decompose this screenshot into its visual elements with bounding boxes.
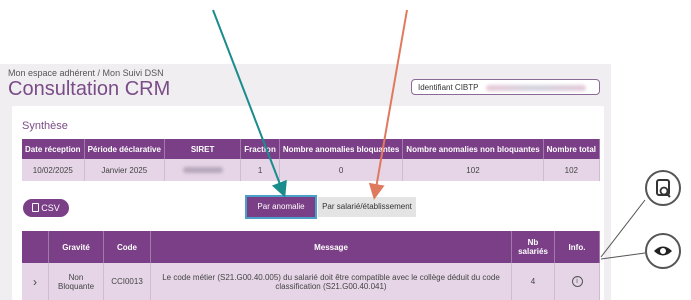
teal-arrow [212,9,287,198]
salmon-arrow [368,9,408,200]
annotation-arrows-front [212,9,408,200]
